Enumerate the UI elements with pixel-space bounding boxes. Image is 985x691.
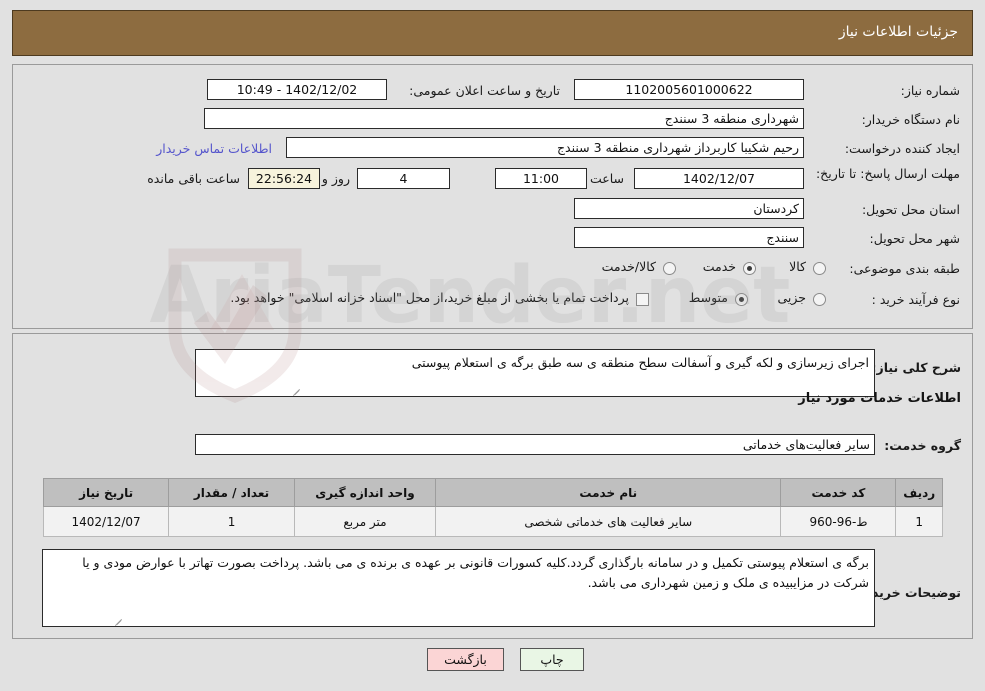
- treasury-bonds-label: پرداخت تمام یا بخشی از مبلغ خرید،از محل …: [230, 290, 629, 305]
- radio-category-kala-khedmat-label: کالا/خدمت: [601, 259, 656, 274]
- deadline-time-value: 11:00: [495, 168, 587, 189]
- purchase-process-label: نوع فرآیند خرید :: [871, 292, 960, 307]
- announce-datetime-label: تاریخ و ساعت اعلان عمومی:: [409, 83, 560, 98]
- category-label: طبقه بندی موضوعی:: [849, 261, 960, 276]
- delivery-city-label: شهر محل تحویل:: [869, 231, 960, 246]
- col-service-name: نام خدمت: [435, 478, 782, 507]
- radio-process-jozei[interactable]: [813, 293, 826, 306]
- radio-process-motavaset-label: متوسط: [688, 290, 728, 305]
- services-section-heading: اطلاعات خدمات مورد نیاز: [798, 391, 961, 406]
- radio-category-kala-label: کالا: [789, 259, 806, 274]
- page-root: AriaTender.net جزئیات اطلاعات نیاز شماره…: [0, 0, 985, 691]
- need-number-value: 1102005601000622: [574, 79, 804, 100]
- col-service-code: کد خدمت: [780, 478, 897, 507]
- buyer-notes-textarea[interactable]: برگه ی استعلام پیوستی تکمیل و در سامانه …: [42, 549, 875, 627]
- cell-row: 1: [895, 506, 943, 537]
- radio-category-khedmat[interactable]: [743, 262, 756, 275]
- delivery-city-value: سنندج: [574, 227, 804, 248]
- table-header-row: ردیف کد خدمت نام خدمت واحد اندازه گیری ت…: [42, 478, 943, 507]
- radio-process-motavaset[interactable]: [735, 293, 748, 306]
- remaining-countdown-label: ساعت باقی مانده: [147, 171, 240, 186]
- page-header-bar: جزئیات اطلاعات نیاز: [12, 10, 973, 56]
- services-table: ردیف کد خدمت نام خدمت واحد اندازه گیری ت…: [42, 478, 943, 537]
- response-deadline-label: مهلت ارسال پاسخ: تا تاریخ:: [815, 166, 960, 181]
- radio-category-khedmat-label: خدمت: [702, 259, 736, 274]
- col-need-date: تاریخ نیاز: [42, 478, 170, 507]
- delivery-province-label: استان محل تحویل:: [861, 202, 960, 217]
- col-unit: واحد اندازه گیری: [293, 478, 437, 507]
- remaining-countdown-value: 22:56:24: [248, 168, 320, 189]
- back-button[interactable]: بازگشت: [427, 648, 504, 671]
- buyer-org-value: شهرداری منطقه 3 سنندج: [204, 108, 804, 129]
- delivery-province-value: کردستان: [574, 198, 804, 219]
- radio-category-kala[interactable]: [813, 262, 826, 275]
- cell-quantity: 1: [168, 506, 295, 537]
- radio-category-kala-khedmat[interactable]: [663, 262, 676, 275]
- deadline-date-value: 1402/12/07: [634, 168, 804, 189]
- cell-service-name: سایر فعالیت های خدماتی شخصی: [435, 506, 782, 537]
- buyer-contact-link[interactable]: اطلاعات تماس خریدار: [156, 141, 272, 156]
- table-row: 1 ط-96-960 سایر فعالیت های خدماتی شخصی م…: [42, 506, 943, 537]
- request-creator-value: رحیم شکیبا کاربرداز شهرداری منطقه 3 سنند…: [286, 137, 804, 158]
- print-button[interactable]: چاپ: [520, 648, 584, 671]
- treasury-bonds-checkbox[interactable]: [636, 293, 649, 306]
- service-group-label: گروه خدمت:: [884, 438, 961, 453]
- need-number-label: شماره نیاز:: [900, 83, 960, 98]
- col-row: ردیف: [895, 478, 943, 507]
- cell-unit: متر مربع: [293, 506, 437, 537]
- cell-service-code: ط-96-960: [780, 506, 897, 537]
- general-description-label: شرح کلی نیاز:: [871, 360, 961, 375]
- buyer-org-label: نام دستگاه خریدار:: [861, 112, 960, 127]
- service-group-value: سایر فعالیت‌های خدماتی: [195, 434, 875, 455]
- general-description-textarea[interactable]: اجرای زیرسازی و لکه گیری و آسفالت سطح من…: [195, 349, 875, 397]
- need-summary-panel: شماره نیاز: 1102005601000622 تاریخ و ساع…: [12, 64, 973, 329]
- page-title: جزئیات اطلاعات نیاز: [838, 24, 958, 40]
- request-creator-label: ایجاد کننده درخواست:: [844, 141, 960, 156]
- remaining-days-label: روز و: [321, 171, 350, 186]
- col-quantity: تعداد / مقدار: [168, 478, 295, 507]
- announce-datetime-value: 1402/12/02 - 10:49: [207, 79, 387, 100]
- radio-process-jozei-label: جزیی: [777, 290, 806, 305]
- remaining-days-value: 4: [357, 168, 450, 189]
- deadline-time-label: ساعت: [589, 171, 624, 186]
- cell-need-date: 1402/12/07: [42, 506, 170, 537]
